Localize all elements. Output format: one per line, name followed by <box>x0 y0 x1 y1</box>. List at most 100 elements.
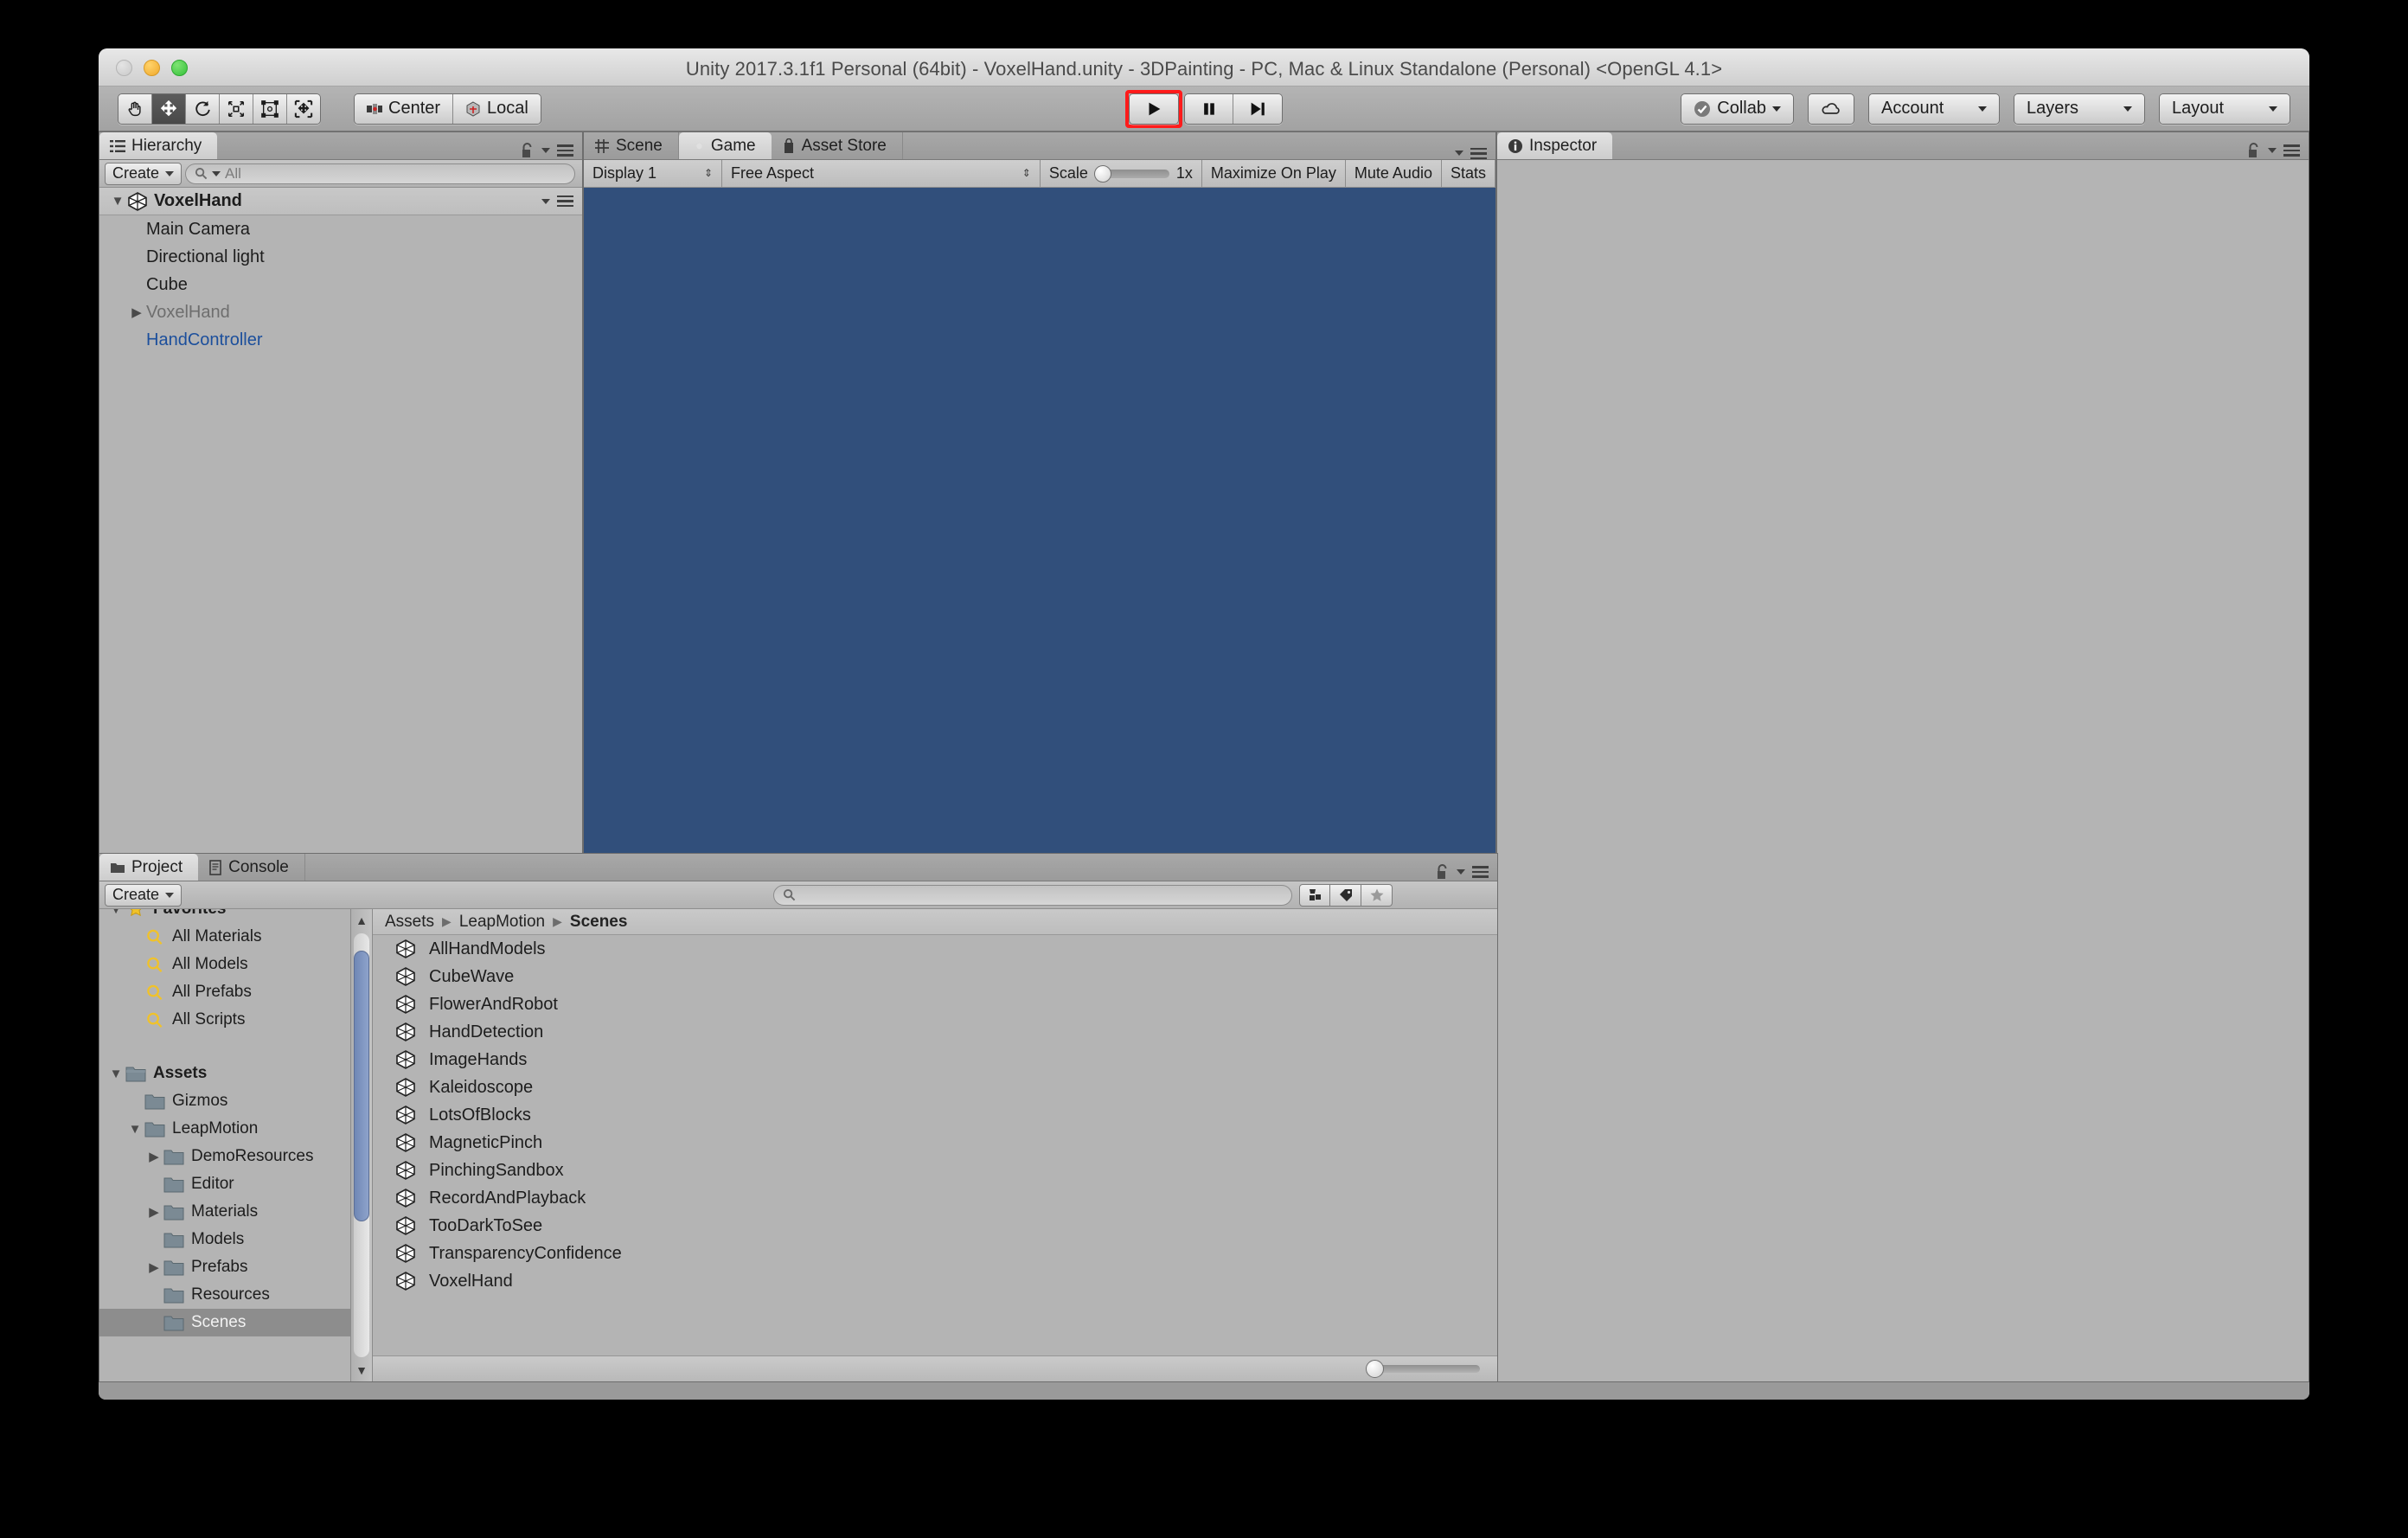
aspect-dropdown[interactable]: Free Aspect ⇕ <box>722 160 1041 187</box>
panel-menu-icon[interactable] <box>1472 866 1489 878</box>
asset-name: CubeWave <box>429 966 515 986</box>
scrollbar-thumb[interactable] <box>354 950 369 1222</box>
asset-row[interactable]: TransparencyConfidence <box>373 1240 1497 1267</box>
scale-slider[interactable] <box>1093 164 1169 183</box>
scale-slider-group[interactable]: Scale 1x <box>1040 160 1202 187</box>
icon-size-slider-knob[interactable] <box>1366 1360 1384 1378</box>
project-tree-row-favorites[interactable]: ▼ Favorites <box>99 909 350 923</box>
breadcrumb-scenes[interactable]: Scenes <box>570 913 628 932</box>
hierarchy-create-button[interactable]: Create <box>105 162 183 185</box>
layout-button[interactable]: Layout <box>2160 93 2290 124</box>
scroll-up-arrow-icon[interactable]: ▲ <box>355 909 368 932</box>
hierarchy-search-input[interactable]: All <box>185 163 575 184</box>
project-tree-row-demoresources[interactable]: ▶ DemoResources <box>99 1143 350 1170</box>
transform-tool-button[interactable] <box>287 93 320 124</box>
project-tree-row-materials[interactable]: ▶ Materials <box>99 1198 350 1226</box>
scene-menu-icon[interactable] <box>557 195 573 208</box>
play-button[interactable] <box>1130 93 1178 124</box>
label-filter-icon[interactable] <box>1330 883 1362 907</box>
expand-arrow-icon[interactable]: ▶ <box>127 304 146 320</box>
icon-size-slider[interactable] <box>1366 1360 1480 1378</box>
rotate-tool-button[interactable] <box>186 93 220 124</box>
stats-toggle[interactable]: Stats <box>1441 160 1495 187</box>
scale-slider-knob[interactable] <box>1093 164 1111 183</box>
collab-button[interactable]: Collab <box>1681 93 1793 124</box>
expand-arrow-icon[interactable]: ▶ <box>144 1259 163 1275</box>
tab-inspector[interactable]: Inspector <box>1497 132 1613 159</box>
asset-row[interactable]: RecordAndPlayback <box>373 1184 1497 1212</box>
project-tree-row-prefabs[interactable]: ▶ Prefabs <box>99 1253 350 1281</box>
account-button[interactable]: Account <box>1869 93 1999 124</box>
expand-arrow-icon[interactable]: ▼ <box>125 1122 144 1137</box>
cloud-button[interactable] <box>1809 93 1854 124</box>
tab-game[interactable]: Game <box>678 132 772 159</box>
project-tree-row-all-models[interactable]: All Models <box>99 951 350 978</box>
display-dropdown[interactable]: Display 1 ⇕ <box>584 160 722 187</box>
project-tree-scrollbar[interactable]: ▲ ▼ <box>350 909 373 1381</box>
pivot-center-button[interactable]: Center <box>355 93 454 124</box>
asset-row[interactable]: AllHandModels <box>373 935 1497 963</box>
project-tree-row-resources[interactable]: Resources <box>99 1281 350 1309</box>
hierarchy-row-handcontroller[interactable]: HandController <box>99 326 582 354</box>
project-tree-row-editor[interactable]: Editor <box>99 1170 350 1198</box>
asset-row[interactable]: PinchingSandbox <box>373 1157 1497 1184</box>
mute-audio-toggle[interactable]: Mute Audio <box>1345 160 1442 187</box>
tab-project[interactable]: Project <box>99 854 199 881</box>
project-create-button[interactable]: Create <box>105 883 183 907</box>
tab-scene[interactable]: Scene <box>584 132 679 159</box>
scale-tool-button[interactable] <box>220 93 253 124</box>
breadcrumb-assets[interactable]: Assets <box>385 913 434 932</box>
step-button[interactable] <box>1233 93 1282 124</box>
scrollbar-track[interactable] <box>354 933 369 1357</box>
asset-row[interactable]: CubeWave <box>373 963 1497 990</box>
tab-console[interactable]: Console <box>198 854 305 881</box>
project-search-input[interactable] <box>773 884 1293 906</box>
hierarchy-row-cube[interactable]: Cube <box>99 271 582 298</box>
hierarchy-scene-row[interactable]: ▼ VoxelHand <box>99 188 582 215</box>
maximize-on-play-toggle[interactable]: Maximize On Play <box>1201 160 1346 187</box>
asset-row[interactable]: MagneticPinch <box>373 1129 1497 1157</box>
asset-row[interactable]: FlowerAndRobot <box>373 990 1497 1018</box>
hierarchy-row-main-camera[interactable]: Main Camera <box>99 215 582 243</box>
asset-row[interactable]: VoxelHand <box>373 1267 1497 1295</box>
hand-tool-button[interactable] <box>118 93 152 124</box>
expand-arrow-icon[interactable]: ▶ <box>144 1204 163 1220</box>
chevron-down-icon <box>2269 106 2277 112</box>
type-filter-icon[interactable] <box>1299 883 1331 907</box>
expand-arrow-icon[interactable]: ▶ <box>144 1149 163 1164</box>
expand-arrow-icon[interactable]: ▼ <box>106 1067 125 1081</box>
favorite-filter-icon[interactable] <box>1361 883 1393 907</box>
layers-button[interactable]: Layers <box>2014 93 2144 124</box>
asset-row[interactable]: LotsOfBlocks <box>373 1101 1497 1129</box>
panel-menu-icon[interactable] <box>2283 144 2300 157</box>
tab-asset-store[interactable]: Asset Store <box>772 132 903 159</box>
asset-row[interactable]: HandDetection <box>373 1018 1497 1046</box>
project-tree-row-gizmos[interactable]: Gizmos <box>99 1087 350 1115</box>
hierarchy-row-voxelhand[interactable]: ▶ VoxelHand <box>99 298 582 326</box>
asset-row[interactable]: Kaleidoscope <box>373 1073 1497 1101</box>
chevron-down-icon <box>2123 106 2132 112</box>
expand-arrow-icon[interactable]: ▼ <box>106 909 125 917</box>
project-tree-row-all-scripts[interactable]: All Scripts <box>99 1006 350 1034</box>
panel-menu-icon[interactable] <box>557 144 573 157</box>
unity-scene-icon <box>396 1133 415 1152</box>
project-tree-row-models[interactable]: Models <box>99 1226 350 1253</box>
hierarchy-row-directional-light[interactable]: Directional light <box>99 243 582 271</box>
scroll-down-arrow-icon[interactable]: ▼ <box>355 1359 368 1381</box>
rect-tool-button[interactable] <box>253 93 287 124</box>
move-tool-button[interactable] <box>152 93 186 124</box>
game-viewport[interactable] <box>584 188 1495 857</box>
asset-row[interactable]: ImageHands <box>373 1046 1497 1073</box>
project-tree-row-assets[interactable]: ▼ Assets <box>99 1060 350 1087</box>
asset-row[interactable]: TooDarkToSee <box>373 1212 1497 1240</box>
pivot-local-button[interactable]: Local <box>453 93 541 124</box>
panel-menu-icon[interactable] <box>1470 147 1487 159</box>
project-tree-row-scenes[interactable]: Scenes <box>99 1309 350 1336</box>
tab-hierarchy[interactable]: Hierarchy <box>99 132 218 159</box>
project-tree-row-leapmotion[interactable]: ▼ LeapMotion <box>99 1115 350 1143</box>
project-tree-row-all-prefabs[interactable]: All Prefabs <box>99 978 350 1006</box>
breadcrumb-leapmotion[interactable]: LeapMotion <box>459 913 545 932</box>
project-tree-row-all-materials[interactable]: All Materials <box>99 923 350 951</box>
scene-expand-arrow-icon[interactable]: ▼ <box>108 194 127 208</box>
pause-button[interactable] <box>1185 93 1233 124</box>
